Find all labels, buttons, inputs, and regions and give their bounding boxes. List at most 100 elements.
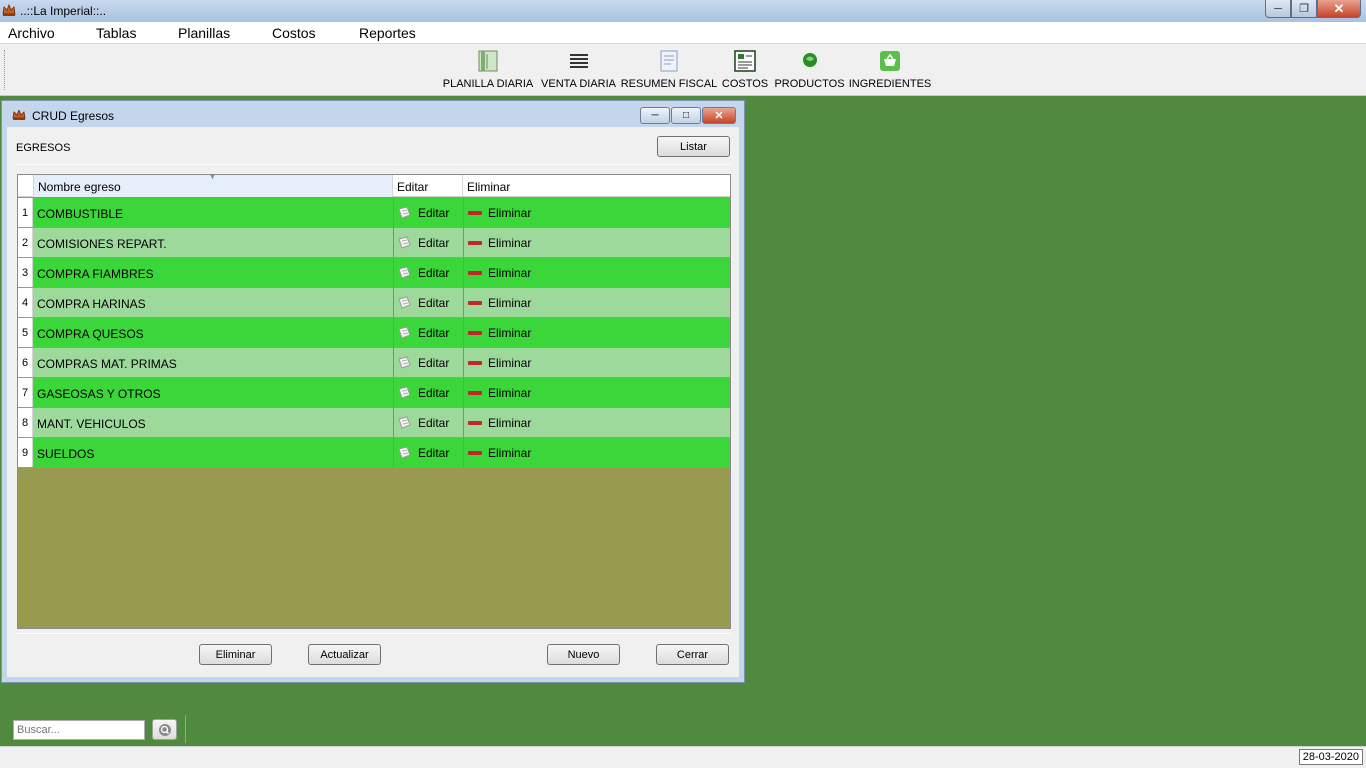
search-input[interactable] [13,720,145,740]
toolbar-ingredientes[interactable]: INGREDIENTES [849,50,931,90]
column-divider [463,318,464,348]
toolbar-planilla-diaria[interactable]: PLANILLA DIARIA [443,50,533,90]
minimize-button[interactable]: ─ [640,107,670,124]
toolbar: PLANILLA DIARIA VENTA DIARIA RESUMEN FIS… [0,44,1366,96]
column-divider [393,348,394,378]
column-divider [393,228,394,258]
minus-icon [468,420,482,425]
menu-planillas[interactable]: Planillas [178,22,230,41]
minus-icon [468,360,482,365]
window-title-bar[interactable]: CRUD Egresos ─ □ ✕ [2,101,744,127]
table-row[interactable]: 6 COMPRAS MAT. PRIMAS Editar Eliminar [18,348,730,378]
column-divider [393,438,394,468]
edit-action[interactable]: Editar [398,318,449,347]
column-divider [463,288,464,318]
toolbar-grip[interactable] [4,50,6,90]
edit-action[interactable]: Editar [398,378,449,407]
delete-label: Eliminar [488,235,532,250]
edit-note-icon [398,416,411,429]
edit-label: Editar [418,385,450,400]
table-row[interactable]: 7 GASEOSAS Y OTROS Editar Eliminar [18,378,730,408]
edit-label: Editar [418,445,450,460]
ledger-icon [734,50,756,72]
menu-reportes[interactable]: Reportes [359,22,416,41]
delete-action[interactable]: Eliminar [468,288,531,317]
document-book-icon [478,50,498,72]
edit-action[interactable]: Editar [398,198,449,227]
row-number: 1 [18,198,33,227]
minimize-button[interactable]: ─ [1265,0,1291,18]
table-row[interactable]: 5 COMPRA QUESOS Editar Eliminar [18,318,730,348]
edit-label: Editar [418,205,450,220]
edit-action[interactable]: Editar [398,228,449,257]
table-row[interactable]: 4 COMPRA HARINAS Editar Eliminar [18,288,730,318]
status-date: 28-03-2020 [1298,749,1363,765]
edit-note-icon [398,266,411,279]
section-label: EGRESOS [16,142,71,154]
edit-action[interactable]: Editar [398,288,449,317]
delete-action[interactable]: Eliminar [468,378,531,407]
toolbar-productos[interactable]: PRODUCTOS [774,50,845,90]
edit-action[interactable]: Editar [398,258,449,287]
table-row[interactable]: 9 SUELDOS Editar Eliminar [18,438,730,468]
delete-action[interactable]: Eliminar [468,258,531,287]
basket-icon [880,51,900,71]
divider [16,164,731,165]
table-row[interactable]: 1 COMBUSTIBLE Editar Eliminar [18,198,730,228]
window-controls: ─ □ ✕ [640,107,736,124]
toolbar-resumen-fiscal[interactable]: RESUMEN FISCAL [621,50,717,90]
delete-label: Eliminar [488,265,532,280]
table-row[interactable]: 8 MANT. VEHICULOS Editar Eliminar [18,408,730,438]
toolbar-costos[interactable]: COSTOS [722,50,768,90]
egreso-name: GASEOSAS Y OTROS [37,387,161,401]
row-number: 3 [18,258,33,287]
close-window-button[interactable]: Cerrar [656,644,729,665]
column-divider [393,378,394,408]
delete-action[interactable]: Eliminar [468,348,531,377]
edit-note-icon [398,296,411,309]
delete-button[interactable]: Eliminar [199,644,272,665]
restore-icon: ❐ [1299,3,1309,15]
toolbar-label: INGREDIENTES [848,78,932,90]
edit-action[interactable]: Editar [398,348,449,377]
edit-action[interactable]: Editar [398,438,449,467]
table-row[interactable]: 2 COMISIONES REPART. Editar Eliminar [18,228,730,258]
egreso-name: COMPRA QUESOS [37,327,144,341]
restore-button[interactable]: ❐ [1291,0,1317,18]
column-header-name[interactable]: Nombre egreso ▼ [34,175,393,197]
column-header-delete[interactable]: Eliminar [463,175,730,197]
close-icon: ✕ [714,110,724,122]
search-button[interactable] [152,719,177,740]
row-number: 7 [18,378,33,407]
delete-action[interactable]: Eliminar [468,198,531,227]
delete-action[interactable]: Eliminar [468,318,531,347]
minus-icon [468,270,482,275]
edit-note-icon [398,356,411,369]
update-button[interactable]: Actualizar [308,644,381,665]
close-button[interactable]: ✕ [1317,0,1361,18]
minimize-icon: ─ [1274,2,1282,15]
menu-costos[interactable]: Costos [272,22,316,41]
delete-action[interactable]: Eliminar [468,408,531,437]
delete-action[interactable]: Eliminar [468,228,531,257]
minimize-icon: ─ [651,110,659,121]
table-row[interactable]: 3 COMPRA FIAMBRES Editar Eliminar [18,258,730,288]
minus-icon [468,330,482,335]
menu-tablas[interactable]: Tablas [96,22,136,41]
delete-label: Eliminar [488,295,532,310]
column-header-edit[interactable]: Editar [393,175,463,197]
delete-action[interactable]: Eliminar [468,438,531,467]
new-button[interactable]: Nuevo [547,644,620,665]
close-button[interactable]: ✕ [702,107,736,124]
menu-archivo[interactable]: Archivo [8,22,55,41]
toolbar-venta-diaria[interactable]: VENTA DIARIA [541,50,616,90]
row-number: 4 [18,288,33,317]
edit-note-icon [398,206,411,219]
table-header: Nombre egreso ▼ Editar Eliminar [18,175,730,197]
edit-action[interactable]: Editar [398,408,449,437]
egreso-name: COMPRA HARINAS [37,297,146,311]
maximize-button[interactable]: □ [671,107,701,124]
crown-icon [12,110,26,120]
column-divider [393,408,394,438]
list-button[interactable]: Listar [657,136,730,157]
